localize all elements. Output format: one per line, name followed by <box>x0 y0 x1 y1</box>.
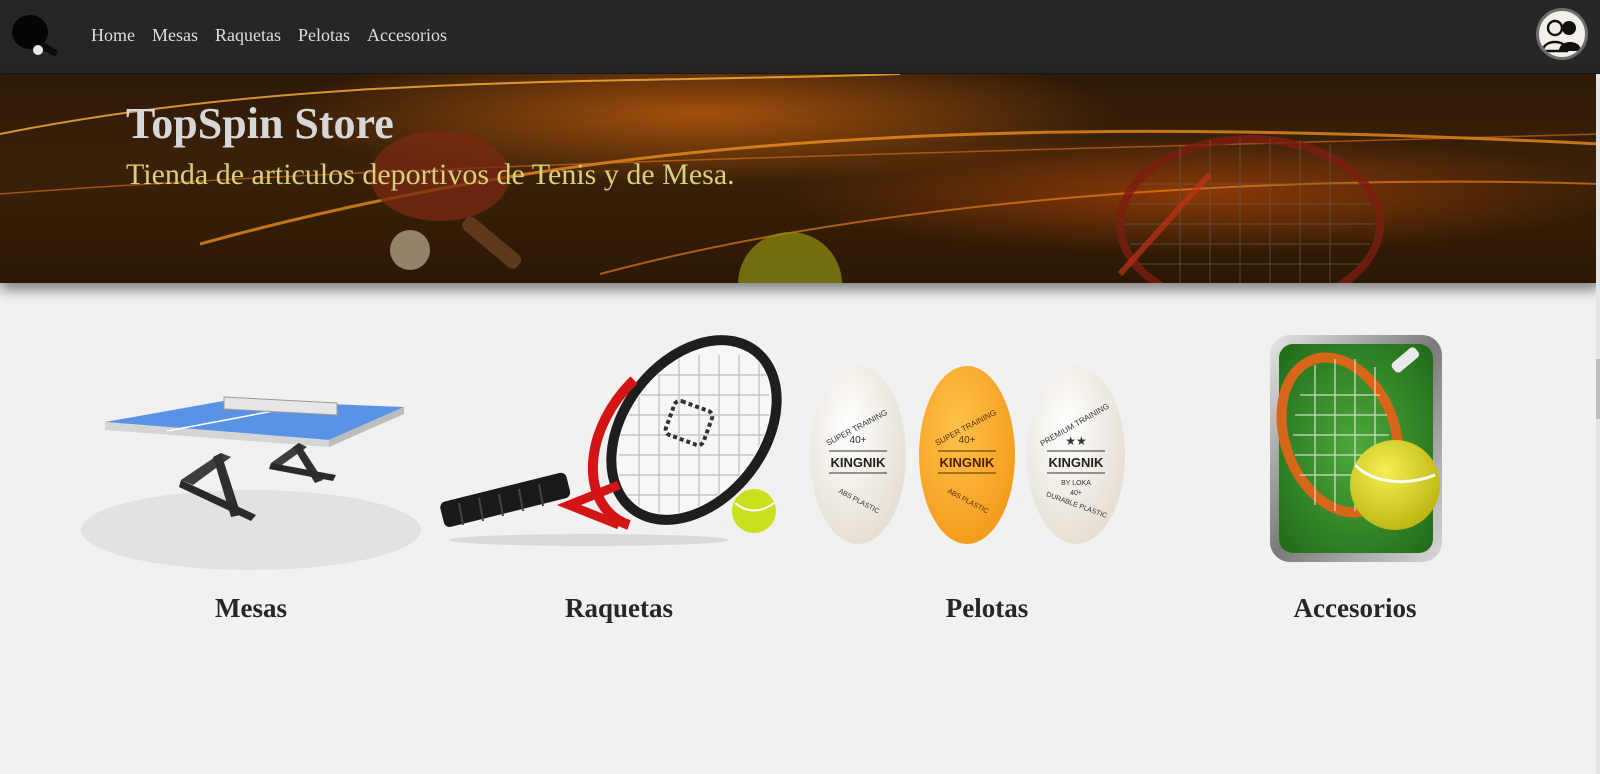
category-card-mesas[interactable]: Mesas <box>61 335 441 635</box>
hero-subtitle: Tienda de articulos deportivos de Tenis … <box>126 158 735 191</box>
ball-2-rating-text: 40+ <box>959 435 976 446</box>
user-avatar-icon[interactable] <box>1536 8 1588 60</box>
vertical-scrollbar[interactable] <box>1596 74 1600 774</box>
nav-item-raquetas[interactable]: Raquetas <box>215 25 281 46</box>
nav-item-accesorios[interactable]: Accesorios <box>367 25 447 46</box>
ball-1-brand-text: KINGNIK <box>831 455 887 470</box>
ping-pong-balls-icon: SUPER TRAINING 40+ KINGNIK ABS PLASTIC S… <box>810 366 1125 544</box>
navbar: Home Mesas Raquetas Pelotas Accesorios <box>0 0 1600 74</box>
scrollbar-thumb[interactable] <box>1596 359 1600 419</box>
tennis-racket-icon <box>440 335 782 546</box>
nav-item-home[interactable]: Home <box>91 25 135 46</box>
nav-item-pelotas[interactable]: Pelotas <box>298 25 350 46</box>
ball-2-brand-text: KINGNIK <box>940 455 996 470</box>
category-card-pelotas[interactable]: SUPER TRAINING 40+ KINGNIK ABS PLASTIC S… <box>797 335 1177 635</box>
hero-title: TopSpin Store <box>126 99 394 148</box>
ball-3-rating-text: 40+ <box>1070 490 1082 497</box>
hero-banner: TopSpin Store Tienda de articulos deport… <box>0 74 1600 283</box>
ping-pong-table-icon <box>81 396 421 570</box>
ping-pong-paddle-logo-icon[interactable] <box>10 12 68 58</box>
ball-3-brand-text: KINGNIK <box>1049 455 1105 470</box>
tennis-app-icon <box>1270 335 1442 562</box>
ball-3-maker-text: BY LOKA <box>1061 480 1091 487</box>
ball-1-rating-text: 40+ <box>850 435 867 446</box>
svg-text:★★: ★★ <box>1065 434 1087 448</box>
nav-menu: Home Mesas Raquetas Pelotas Accesorios <box>91 0 464 70</box>
category-label-raquetas: Raquetas <box>564 593 673 623</box>
category-label-pelotas: Pelotas <box>945 593 1029 623</box>
category-card-raquetas[interactable]: Raquetas <box>429 335 809 635</box>
category-card-accesorios[interactable]: Accesorios <box>1165 335 1545 635</box>
category-label-accesorios: Accesorios <box>1293 593 1417 623</box>
category-label-mesas: Mesas <box>215 593 287 623</box>
nav-item-mesas[interactable]: Mesas <box>152 25 198 46</box>
